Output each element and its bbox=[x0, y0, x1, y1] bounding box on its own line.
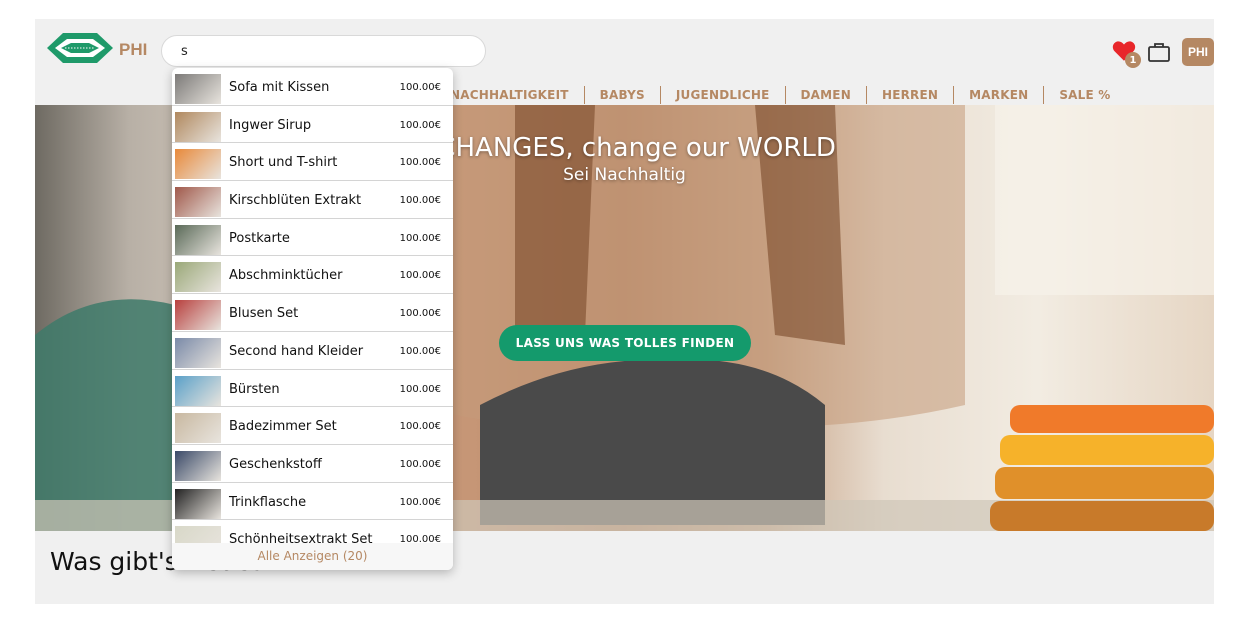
product-price: 100.00€ bbox=[399, 421, 441, 433]
product-name: Bürsten bbox=[229, 381, 280, 397]
show-all-results-link[interactable]: Alle Anzeigen (20) bbox=[172, 543, 453, 570]
search-result-item[interactable]: Kirschblüten Extrakt 100.00€ bbox=[172, 181, 453, 219]
search-result-item[interactable]: Badezimmer Set 100.00€ bbox=[172, 407, 453, 445]
search-result-item[interactable]: Bürsten 100.00€ bbox=[172, 370, 453, 408]
product-thumbnail bbox=[175, 413, 221, 444]
nav-item-babys[interactable]: BABYS bbox=[585, 86, 661, 104]
search-result-item[interactable]: Geschenkstoff 100.00€ bbox=[172, 445, 453, 483]
product-name: Trinkflasche bbox=[229, 494, 307, 510]
product-name: Schönheitsextrakt Set bbox=[229, 532, 373, 543]
product-thumbnail bbox=[175, 450, 221, 481]
search-result-item[interactable]: Abschminktücher 100.00€ bbox=[172, 256, 453, 295]
product-name: Ingwer Sirup bbox=[229, 117, 312, 133]
search-results-list: Sofa mit Kissen 100.00€ Ingwer Sirup 100… bbox=[172, 68, 453, 543]
product-thumbnail bbox=[175, 262, 221, 293]
search-result-item[interactable]: Trinkflasche 100.00€ bbox=[172, 483, 453, 521]
product-name: Second hand Kleider bbox=[229, 343, 364, 359]
product-name: Postkarte bbox=[229, 230, 290, 246]
search-result-item[interactable]: Short und T-shirt 100.00€ bbox=[172, 143, 453, 182]
product-price: 100.00€ bbox=[399, 82, 441, 93]
search-result-item[interactable]: Schönheitsextrakt Set 100.00€ bbox=[172, 520, 453, 543]
product-thumbnail bbox=[175, 74, 221, 104]
product-price: 100.00€ bbox=[399, 458, 441, 470]
product-price: 100.00€ bbox=[399, 345, 441, 357]
product-price: 100.00€ bbox=[399, 270, 441, 282]
search-input[interactable] bbox=[161, 35, 486, 67]
product-price: 100.00€ bbox=[399, 232, 441, 244]
product-thumbnail bbox=[175, 526, 221, 543]
nav-item-marken[interactable]: MARKEN bbox=[954, 86, 1045, 104]
product-thumbnail bbox=[175, 375, 221, 406]
product-price: 100.00€ bbox=[399, 119, 441, 131]
search-result-item[interactable]: Ingwer Sirup 100.00€ bbox=[172, 106, 453, 144]
product-price: 100.00€ bbox=[399, 383, 441, 395]
search-result-item[interactable]: Sofa mit Kissen 100.00€ bbox=[172, 68, 453, 106]
nav-item-jugendliche[interactable]: JUGENDLICHE bbox=[661, 86, 786, 104]
product-thumbnail bbox=[175, 488, 221, 519]
product-name: Sofa mit Kissen bbox=[229, 80, 330, 95]
product-price: 100.00€ bbox=[399, 496, 441, 508]
product-thumbnail bbox=[175, 187, 221, 218]
product-price: 100.00€ bbox=[399, 308, 441, 320]
product-thumbnail bbox=[175, 149, 221, 180]
search-result-item[interactable]: Second hand Kleider 100.00€ bbox=[172, 332, 453, 370]
product-name: Short und T-shirt bbox=[229, 155, 338, 171]
search-result-item[interactable]: Blusen Set 100.00€ bbox=[172, 294, 453, 332]
search-results-dropdown: Sofa mit Kissen 100.00€ Ingwer Sirup 100… bbox=[172, 68, 453, 570]
logo-icon[interactable] bbox=[45, 27, 115, 69]
product-price: 100.00€ bbox=[399, 157, 441, 169]
product-price: 100.00€ bbox=[399, 534, 441, 543]
product-name: Geschenkstoff bbox=[229, 456, 322, 472]
main-nav: NACHHALTIGKEIT BABYS JUGENDLICHE DAMEN H… bbox=[435, 85, 1126, 105]
product-name: Badezimmer Set bbox=[229, 419, 337, 435]
avatar[interactable]: PHI bbox=[1182, 38, 1214, 66]
search-result-item[interactable]: Postkarte 100.00€ bbox=[172, 219, 453, 257]
nav-item-nachhaltigkeit[interactable]: NACHHALTIGKEIT bbox=[435, 86, 585, 104]
shopping-bag-icon[interactable] bbox=[1147, 40, 1171, 64]
wishlist-count-badge: 1 bbox=[1125, 52, 1141, 68]
nav-item-sale[interactable]: SALE % bbox=[1044, 86, 1125, 104]
product-name: Blusen Set bbox=[229, 306, 299, 322]
nav-item-herren[interactable]: HERREN bbox=[867, 86, 955, 104]
header-icons: 1 PHI bbox=[1111, 36, 1214, 68]
product-thumbnail bbox=[175, 111, 221, 142]
product-name: Abschminktücher bbox=[229, 268, 343, 284]
cta-button[interactable]: LASS UNS WAS TOLLES FINDEN bbox=[499, 325, 751, 361]
nav-item-damen[interactable]: DAMEN bbox=[786, 86, 867, 104]
brand-name[interactable]: PHI bbox=[119, 40, 147, 60]
product-thumbnail bbox=[175, 224, 221, 255]
product-thumbnail bbox=[175, 300, 221, 331]
product-thumbnail bbox=[175, 337, 221, 368]
wishlist-button[interactable]: 1 bbox=[1111, 38, 1141, 68]
product-price: 100.00€ bbox=[399, 195, 441, 207]
product-name: Kirschblüten Extrakt bbox=[229, 193, 362, 209]
